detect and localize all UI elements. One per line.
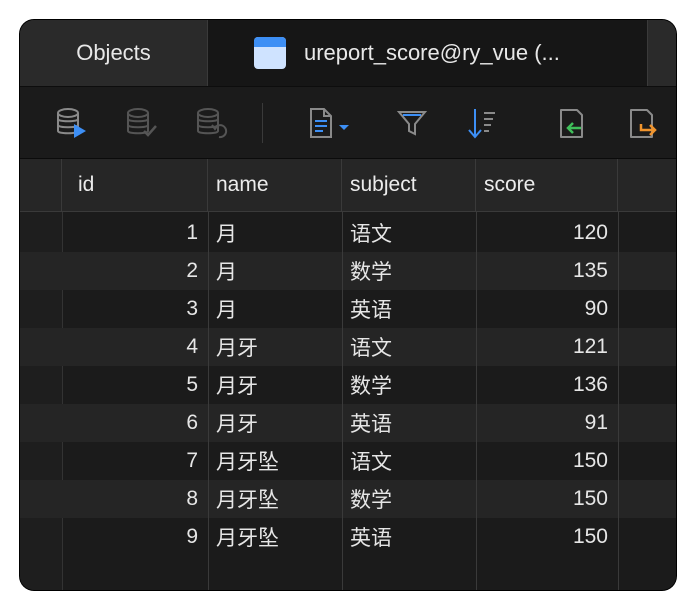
cell-score[interactable]: 136 <box>476 366 618 404</box>
rollback-icon <box>197 108 228 139</box>
cell-id[interactable]: 8 <box>62 480 208 518</box>
tab-objects[interactable]: Objects <box>20 20 208 86</box>
table-row[interactable]: 9 月牙坠 英语 150 <box>20 518 676 556</box>
table-row[interactable]: 7 月牙坠 语文 150 <box>20 442 676 480</box>
table-icon <box>254 37 286 69</box>
export-button[interactable] <box>624 105 660 141</box>
column-header-id[interactable]: id <box>62 159 208 211</box>
commit-button[interactable] <box>124 105 160 141</box>
toolbar <box>20 87 676 159</box>
cell-subject[interactable]: 数学 <box>342 252 476 290</box>
cell-name[interactable]: 月 <box>208 252 342 290</box>
cell-subject[interactable]: 语文 <box>342 214 476 252</box>
app-window: Objects ureport_score@ry_vue (... id nam… <box>20 20 676 590</box>
column-divider <box>342 211 343 590</box>
export-icon <box>630 109 657 138</box>
tab-table[interactable]: ureport_score@ry_vue (... <box>208 20 648 86</box>
cell-name[interactable]: 月牙 <box>208 404 342 442</box>
table-row[interactable]: 6 月牙 英语 91 <box>20 404 676 442</box>
text-view-icon <box>310 108 349 138</box>
cell-score[interactable]: 121 <box>476 328 618 366</box>
column-header-row: id name subject score <box>20 159 676 212</box>
column-divider <box>208 211 209 590</box>
tab-overflow[interactable] <box>648 20 676 86</box>
cell-subject[interactable]: 英语 <box>342 290 476 328</box>
cell-score[interactable]: 150 <box>476 480 618 518</box>
cell-score[interactable]: 150 <box>476 442 618 480</box>
cell-score[interactable]: 150 <box>476 518 618 556</box>
tab-bar: Objects ureport_score@ry_vue (... <box>20 20 676 87</box>
cell-id[interactable]: 5 <box>62 366 208 404</box>
table-row[interactable]: 8 月牙坠 数学 150 <box>20 480 676 518</box>
column-divider <box>476 211 477 590</box>
cell-subject[interactable]: 英语 <box>342 404 476 442</box>
sort-icon <box>468 109 495 139</box>
cell-name[interactable]: 月牙坠 <box>208 480 342 518</box>
cell-score[interactable]: 120 <box>476 214 618 252</box>
cell-name[interactable]: 月牙坠 <box>208 442 342 480</box>
column-header-name[interactable]: name <box>208 159 342 211</box>
filter-button[interactable] <box>394 105 430 141</box>
cell-id[interactable]: 3 <box>62 290 208 328</box>
cell-name[interactable]: 月 <box>208 290 342 328</box>
cell-name[interactable]: 月牙 <box>208 328 342 366</box>
commit-icon <box>127 108 157 137</box>
cell-score[interactable]: 91 <box>476 404 618 442</box>
cell-id[interactable]: 1 <box>62 214 208 252</box>
cell-id[interactable]: 7 <box>62 442 208 480</box>
import-button[interactable] <box>554 105 590 141</box>
cell-score[interactable]: 135 <box>476 252 618 290</box>
import-icon <box>560 109 583 138</box>
table-row[interactable]: 4 月牙 语文 121 <box>20 328 676 366</box>
filter-icon <box>396 111 428 136</box>
cell-subject[interactable]: 语文 <box>342 328 476 366</box>
column-header-score[interactable]: score <box>476 159 618 211</box>
toolbar-separator <box>262 103 263 143</box>
begin-transaction-icon <box>57 108 86 138</box>
table-row[interactable]: 5 月牙 数学 136 <box>20 366 676 404</box>
table-row[interactable]: 1 月语文 120 <box>20 214 676 252</box>
cell-id[interactable]: 4 <box>62 328 208 366</box>
table-row[interactable]: 3 月英语 90 <box>20 290 676 328</box>
table-row[interactable]: 2 月数学 135 <box>20 252 676 290</box>
cell-name[interactable]: 月牙坠 <box>208 518 342 556</box>
cell-name[interactable]: 月 <box>208 214 342 252</box>
corner-header <box>20 159 62 211</box>
cell-subject[interactable]: 数学 <box>342 366 476 404</box>
tab-table-label: ureport_score@ry_vue (... <box>304 40 560 65</box>
rollback-button[interactable] <box>194 105 230 141</box>
cell-name[interactable]: 月牙 <box>208 366 342 404</box>
tab-objects-label: Objects <box>76 40 151 65</box>
cell-score[interactable]: 90 <box>476 290 618 328</box>
cell-subject[interactable]: 语文 <box>342 442 476 480</box>
column-divider <box>618 211 619 590</box>
begin-transaction-button[interactable] <box>54 105 90 141</box>
data-grid: id name subject score 1 月语文 120 2 月数学 135 3 月英语… <box>20 159 676 590</box>
cell-id[interactable]: 9 <box>62 518 208 556</box>
cell-id[interactable]: 6 <box>62 404 208 442</box>
cell-id[interactable]: 2 <box>62 252 208 290</box>
sort-button[interactable] <box>464 105 500 141</box>
text-view-button[interactable] <box>306 105 354 141</box>
cell-subject[interactable]: 数学 <box>342 480 476 518</box>
cell-subject[interactable]: 英语 <box>342 518 476 556</box>
column-header-subject[interactable]: subject <box>342 159 476 211</box>
